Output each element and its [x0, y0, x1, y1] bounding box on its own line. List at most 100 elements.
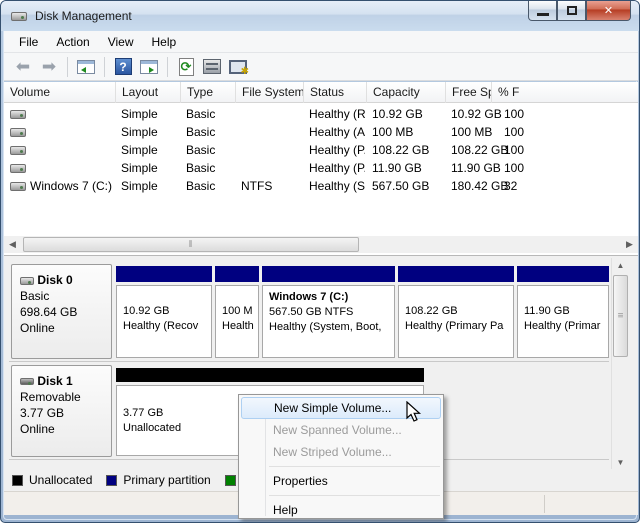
col-filesystem[interactable]: File System	[236, 82, 304, 103]
scroll-right-icon[interactable]: ▶	[621, 236, 638, 253]
cell-layout: Simple	[121, 125, 158, 139]
disk0-label-panel[interactable]: Disk 0 Basic 698.64 GB Online	[11, 264, 112, 359]
back-icon[interactable]: ⬅	[12, 56, 34, 78]
col-freespace[interactable]: Free Spa...	[446, 82, 492, 103]
disk0-size: 698.64 GB	[20, 304, 111, 320]
col-status[interactable]: Status	[304, 82, 367, 103]
scroll-down-icon[interactable]: ▼	[612, 455, 629, 470]
cell-status: Healthy (S...	[309, 179, 365, 193]
restore-icon	[567, 6, 577, 15]
table-row[interactable]: Simple Basic Healthy (A... 100 MB 100 MB…	[4, 123, 638, 141]
cell-free: 100 MB	[451, 125, 492, 139]
col-type[interactable]: Type	[181, 82, 236, 103]
table-row[interactable]: Simple Basic Healthy (P... 108.22 GB 108…	[4, 141, 638, 159]
disk1-size: 3.77 GB	[20, 405, 111, 421]
volume-icon	[10, 128, 26, 137]
rescan-disks-icon[interactable]	[201, 56, 223, 78]
disk1-label-panel[interactable]: Disk 1 Removable 3.77 GB Online	[11, 365, 112, 457]
menu-bar: File Action View Help	[4, 31, 638, 53]
cell-free: 10.92 GB	[451, 107, 502, 121]
help-icon[interactable]: ?	[112, 56, 134, 78]
toolbar-separator	[104, 57, 105, 77]
disk-icon	[20, 277, 34, 285]
cell-layout: Simple	[121, 161, 158, 175]
removable-disk-icon	[20, 378, 34, 385]
scroll-left-icon[interactable]: ◀	[4, 236, 21, 253]
cell-status: Healthy (R...	[309, 107, 365, 121]
cell-type: Basic	[186, 161, 215, 175]
menu-item-properties[interactable]: Properties	[241, 470, 441, 492]
cell-pct: 100	[504, 125, 524, 139]
cell-volume: Windows 7 (C:)	[30, 179, 112, 193]
cell-status: Healthy (P...	[309, 143, 365, 157]
unallocated-swatch	[12, 475, 23, 486]
partition-windows-c[interactable]: Windows 7 (C:) 567.50 GB NTFS Healthy (S…	[262, 266, 395, 358]
cell-free: 11.90 GB	[451, 161, 501, 175]
partition-system-reserved[interactable]: 100 M Health	[215, 266, 259, 358]
window-title: Disk Management	[35, 9, 132, 23]
legend-primary-partition: Primary partition	[106, 473, 210, 487]
volume-icon	[10, 146, 26, 155]
vscroll-thumb[interactable]	[613, 275, 628, 357]
primary-partition-swatch	[106, 475, 117, 486]
partition-recovery[interactable]: 10.92 GB Healthy (Recov	[116, 266, 212, 358]
vertical-scrollbar[interactable]: ▲ ▼	[611, 258, 628, 470]
horizontal-scrollbar[interactable]: ◀ ▶	[4, 236, 638, 253]
device-settings-icon[interactable]	[227, 56, 249, 78]
cell-free: 108.22 GB	[451, 143, 508, 157]
close-button[interactable]: ✕	[586, 1, 631, 21]
title-bar[interactable]: Disk Management ✕	[1, 1, 639, 31]
volume-list: Volume Layout Type File System Status Ca…	[4, 82, 638, 255]
toolbar: ⬅ ➡ ? ⟳	[4, 53, 638, 81]
cell-pct: 100	[504, 143, 524, 157]
cell-type: Basic	[186, 125, 215, 139]
statusbar-divider	[544, 495, 545, 513]
partition-primary-2[interactable]: 11.90 GB Healthy (Primar	[517, 266, 609, 358]
menu-view[interactable]: View	[99, 32, 143, 52]
menu-file[interactable]: File	[10, 32, 47, 52]
scroll-up-icon[interactable]: ▲	[612, 258, 629, 273]
col-layout[interactable]: Layout	[116, 82, 181, 103]
table-row[interactable]: Simple Basic Healthy (P... 11.90 GB 11.9…	[4, 159, 638, 177]
app-disk-icon	[11, 12, 27, 21]
col-volume[interactable]: Volume	[4, 82, 116, 103]
minimize-button[interactable]	[528, 1, 557, 21]
volume-icon	[10, 110, 26, 119]
cell-filesystem: NTFS	[241, 179, 272, 193]
col-capacity[interactable]: Capacity	[367, 82, 446, 103]
disk1-type: Removable	[20, 389, 111, 405]
cell-status: Healthy (A...	[309, 125, 365, 139]
menu-action[interactable]: Action	[47, 32, 98, 52]
disk1-status: Online	[20, 421, 111, 437]
disk0-type: Basic	[20, 288, 111, 304]
cell-type: Basic	[186, 179, 215, 193]
cell-capacity: 567.50 GB	[372, 179, 429, 193]
volume-icon	[10, 182, 26, 191]
console-tree-icon[interactable]	[75, 56, 97, 78]
partition-primary-1[interactable]: 108.22 GB Healthy (Primary Pa	[398, 266, 514, 358]
cell-layout: Simple	[121, 179, 158, 193]
volume-list-header: Volume Layout Type File System Status Ca…	[4, 82, 638, 103]
menu-item-help[interactable]: Help	[241, 499, 441, 521]
cell-status: Healthy (P...	[309, 161, 365, 175]
cell-type: Basic	[186, 107, 215, 121]
cell-capacity: 100 MB	[372, 125, 413, 139]
cell-layout: Simple	[121, 107, 158, 121]
table-row[interactable]: Simple Basic Healthy (R... 10.92 GB 10.9…	[4, 105, 638, 123]
action-pane-icon[interactable]	[138, 56, 160, 78]
refresh-icon[interactable]: ⟳	[175, 56, 197, 78]
col-pctfree[interactable]: % F	[492, 82, 638, 103]
cell-pct: 100	[504, 107, 524, 121]
table-row[interactable]: Windows 7 (C:) Simple Basic NTFS Healthy…	[4, 177, 638, 195]
cell-type: Basic	[186, 143, 215, 157]
menu-item-new-striped-volume: New Striped Volume...	[241, 441, 441, 463]
volume-icon	[10, 164, 26, 173]
toolbar-separator	[167, 57, 168, 77]
menu-help[interactable]: Help	[143, 32, 186, 52]
cell-capacity: 108.22 GB	[372, 143, 429, 157]
mouse-cursor	[405, 401, 425, 423]
hscroll-thumb[interactable]	[23, 237, 359, 252]
forward-icon[interactable]: ➡	[38, 56, 60, 78]
disk0-status: Online	[20, 320, 111, 336]
restore-button[interactable]	[557, 1, 586, 21]
